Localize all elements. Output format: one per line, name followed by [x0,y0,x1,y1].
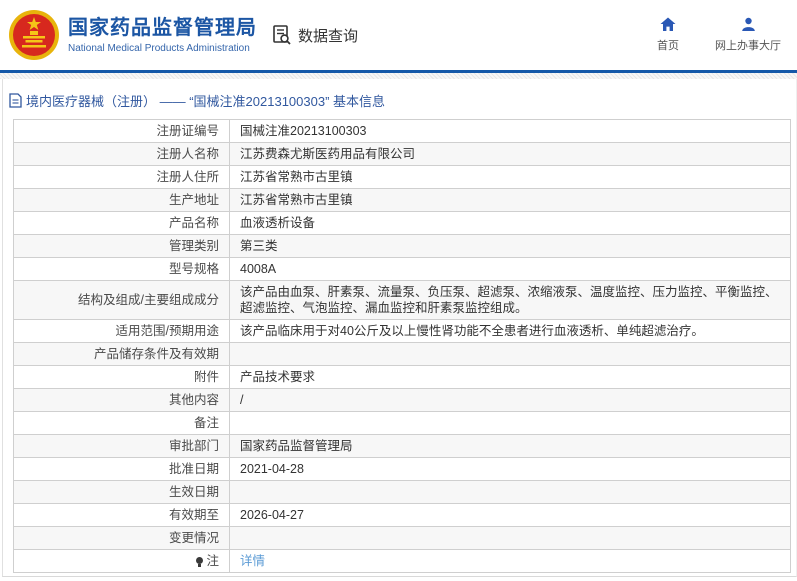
national-emblem-logo [9,10,59,60]
field-label: 变更情况 [13,526,230,550]
field-value: 江苏省常熟市古里镇 [229,165,791,189]
field-value: 血液透析设备 [229,211,791,235]
nav-item-home[interactable]: 首页 [657,17,679,53]
field-label: 适用范围/预期用途 [13,319,230,343]
registration-info-table: 注册证编号 国械注准20213100303 注册人名称 江苏费森尤斯医药用品有限公司注… [13,119,791,573]
detail-link[interactable]: 详情 [240,554,265,568]
field-label: 附件 [13,365,230,389]
table-row: 注详情 [13,549,791,573]
field-label: 其他内容 [13,388,230,412]
field-value [229,411,791,435]
table-row: 产品名称 血液透析设备 [13,211,791,235]
field-label: 有效期至 [13,503,230,527]
field-label: 结构及组成/主要组成成分 [13,280,230,320]
data-query-icon [273,25,291,45]
field-label: 批准日期 [13,457,230,481]
info-table-body: 注册证编号 国械注准20213100303 注册人名称 江苏费森尤斯医药用品有限公司注… [13,119,791,573]
field-value [229,526,791,550]
content-panel: 境内医疗器械（注册） —— “国械注准20213100303” 基本信息 注册证… [2,79,797,577]
home-icon [660,17,676,31]
field-label: 产品名称 [13,211,230,235]
table-row: 结构及组成/主要组成成分 该产品由血泵、肝素泵、流量泵、负压泵、超滤泵、浓缩液泵、… [13,280,791,320]
field-value [229,342,791,366]
page-title: 境内医疗器械（注册） —— “国械注准20213100303” 基本信息 [26,94,386,109]
field-label: 产品储存条件及有效期 [13,342,230,366]
table-row: 注册人住所 江苏省常熟市古里镇 [13,165,791,189]
site-header: 国家药品监督管理局 National Medical Products Admi… [0,0,797,70]
field-label: 注 [13,549,230,573]
brand-block: 国家药品监督管理局 National Medical Products Admi… [68,16,257,54]
table-row: 产品储存条件及有效期 [13,342,791,366]
field-value: 国家药品监督管理局 [229,434,791,458]
nav-online-hall-label: 网上办事大厅 [715,40,781,52]
field-value: 2026-04-27 [229,503,791,527]
table-row: 有效期至 2026-04-27 [13,503,791,527]
note-icon [196,557,204,567]
table-row: 审批部门 国家药品监督管理局 [13,434,791,458]
table-row: 生效日期 [13,480,791,504]
org-name-zh: 国家药品监督管理局 [68,17,257,39]
field-value: 详情 [229,549,791,573]
field-value: 产品技术要求 [229,365,791,389]
table-row: 注册人名称 江苏费森尤斯医药用品有限公司 [13,142,791,166]
table-row: 其他内容 / [13,388,791,412]
data-query-label: 数据查询 [298,27,359,45]
field-label: 注册人住所 [13,165,230,189]
field-label: 注册人名称 [13,142,230,166]
field-value [229,480,791,504]
org-name-en: National Medical Products Administration [68,43,250,54]
table-row: 管理类别 第三类 [13,234,791,258]
field-label: 管理类别 [13,234,230,258]
table-row: 生产地址 江苏省常熟市古里镇 [13,188,791,212]
field-value: 江苏省常熟市古里镇 [229,188,791,212]
field-label: 生产地址 [13,188,230,212]
field-label: 备注 [13,411,230,435]
table-row: 注册证编号 国械注准20213100303 [13,119,791,143]
data-query-tab[interactable]: 数据查询 [271,24,358,46]
field-value: 该产品由血泵、肝素泵、流量泵、负压泵、超滤泵、浓缩液泵、温度监控、压力监控、平衡… [229,280,791,320]
document-icon [9,93,22,108]
field-value: 2021-04-28 [229,457,791,481]
table-row: 附件 产品技术要求 [13,365,791,389]
field-value: / [229,388,791,412]
field-value: 国械注准20213100303 [229,119,791,143]
field-value: 第三类 [229,234,791,258]
field-label: 生效日期 [13,480,230,504]
field-label: 审批部门 [13,434,230,458]
field-value: 该产品临床用于对40公斤及以上慢性肾功能不全患者进行血液透析、单纯超滤治疗。 [229,319,791,343]
field-label: 型号规格 [13,257,230,281]
table-row: 型号规格 4008A [13,257,791,281]
nav-home-label: 首页 [657,40,679,52]
table-row: 批准日期 2021-04-28 [13,457,791,481]
table-row: 变更情况 [13,526,791,550]
table-row: 适用范围/预期用途 该产品临床用于对40公斤及以上慢性肾功能不全患者进行血液透析、… [13,319,791,343]
field-value: 江苏费森尤斯医药用品有限公司 [229,142,791,166]
field-value: 4008A [229,257,791,281]
breadcrumb: 境内医疗器械（注册） —— “国械注准20213100303” 基本信息 [3,79,796,119]
table-row: 备注 [13,411,791,435]
person-icon [741,17,755,31]
nav-item-online-hall[interactable]: 网上办事大厅 [715,17,781,53]
field-label: 注册证编号 [13,119,230,143]
